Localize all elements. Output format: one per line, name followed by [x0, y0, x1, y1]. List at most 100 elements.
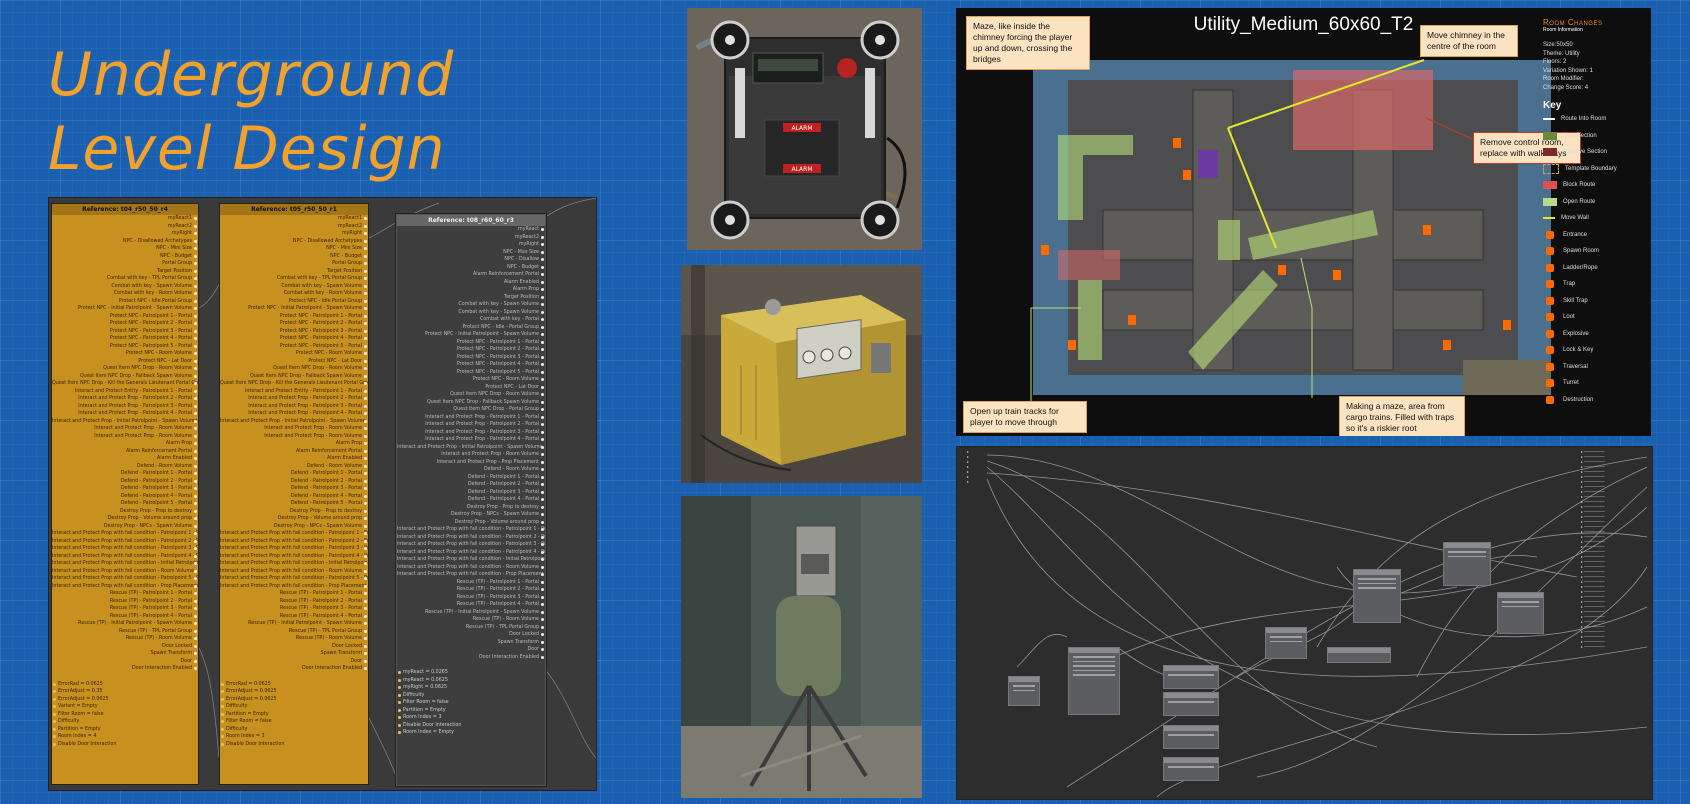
node-input-pin[interactable]: Partition = Empty [397, 707, 545, 715]
node-output-pin[interactable]: Combat with key - Spawn Volume [397, 301, 545, 309]
node-input-pin[interactable]: ErrorAdjust = 0.0625 [220, 696, 368, 704]
node-output-pin[interactable]: Alarm Enabled [397, 279, 545, 287]
node-output-pin[interactable]: Interact and Protect Prop - Room Volume [52, 433, 198, 441]
node-output-pin[interactable]: Protect NPC - Patrolpoint 4 - Portal [52, 335, 198, 343]
node-output-pin[interactable]: Destroy Prop - Volume around prop [220, 515, 368, 523]
node-output-pin[interactable]: Interact and Protect Prop - Prop Placeme… [397, 459, 545, 467]
node-input-pin[interactable]: Disable Door Interaction [220, 741, 368, 749]
node-output-pin[interactable]: NPC - Mini Size [220, 245, 368, 253]
node-input-pin[interactable]: Room Index = 4 [52, 733, 198, 741]
reference-node-2[interactable]: Reference: t05_r50_50_r1 myReact1 myReact… [220, 204, 368, 784]
node-output-pin[interactable]: Interact and Protect Prop with fail cond… [397, 541, 545, 549]
node-output-pin[interactable]: Interact and Protect Prop with fail cond… [52, 538, 198, 546]
node-output-pin[interactable]: Rescue (TP) - Patrolpoint 1 - Portal [52, 590, 198, 598]
node-output-pin[interactable]: Interact and Protect Prop - Patrolpoint … [397, 436, 545, 444]
node-input-pin[interactable]: Filter Room = false [220, 718, 368, 726]
node-output-pin[interactable]: Rescue (TP) - TPL Portal Group [397, 624, 545, 632]
node-output-pin[interactable]: Target Position [220, 268, 368, 276]
node-output-pin[interactable]: Interact and Protect Prop with fail cond… [220, 553, 368, 561]
node-input-pin[interactable]: Room Index = 3 [220, 733, 368, 741]
node-output-pin[interactable]: Interact and Protect Prop with fail cond… [220, 575, 368, 583]
node-output-pin[interactable]: Combat with key - TPL Portal Group [220, 275, 368, 283]
node-input-pin[interactable]: myReact = 0.0265 [397, 669, 545, 677]
node-output-pin[interactable]: Interact and Protect Prop with fail cond… [52, 530, 198, 538]
node-output-pin[interactable]: Defend - Patrolpoint 4 - Portal [52, 493, 198, 501]
node-output-pin[interactable]: Interact and Protect Prop with fail cond… [397, 549, 545, 557]
node-output-pin[interactable]: Interact and Protect Prop - Patrolpoint … [220, 395, 368, 403]
node-output-pin[interactable]: Combat with key - Spawn Volume [220, 283, 368, 291]
node-output-pin[interactable]: Interact and Protect Prop with fail cond… [52, 545, 198, 553]
node-output-pin[interactable]: Interact and Protect Prop with fail cond… [397, 564, 545, 572]
node-output-pin[interactable]: Combat with key - Room Volume [220, 290, 368, 298]
node-output-pin[interactable]: Interact and Protect Prop - Patrolpoint … [397, 414, 545, 422]
node-output-pin[interactable]: Quest Item NPC Drop - Room Volume [220, 365, 368, 373]
node-output-pin[interactable]: Interact and Protect Prop - Patrolpoint … [220, 410, 368, 418]
node-output-pin[interactable]: NPC - Disallow [397, 256, 545, 264]
node-output-pin[interactable]: Quest Item NPC Drop - Portal Group [397, 406, 545, 414]
node-output-pin[interactable]: Protect NPC - Initial Patrolpoint - Spaw… [220, 305, 368, 313]
node-output-pin[interactable]: Rescue (TP) - Patrolpoint 3 - Portal [220, 605, 368, 613]
node-output-pin[interactable]: myReact [397, 226, 545, 234]
node-output-pin[interactable]: Interact and Protect Prop - Patrolpoint … [52, 403, 198, 411]
node-output-pin[interactable]: Portal Group [220, 260, 368, 268]
node-output-pin[interactable]: myRight [397, 241, 545, 249]
node-output-pin[interactable]: Protect NPC - Room Volume [52, 350, 198, 358]
blueprint-node[interactable] [1008, 676, 1040, 706]
node-output-pin[interactable]: Defend - Patrolpoint 4 - Portal [220, 493, 368, 501]
node-output-pin[interactable]: Quest Item NPC Drop - Kill the Generals … [52, 380, 198, 388]
node-output-pin[interactable]: Rescue (TP) - Room Volume [397, 616, 545, 624]
node-output-pin[interactable]: Interact and Protect Prop - Initial Patr… [52, 418, 198, 426]
node-output-pin[interactable]: Interact and Protect Prop with fail cond… [52, 553, 198, 561]
blueprint-node[interactable] [1497, 592, 1544, 634]
node-output-pin[interactable]: Defend - Patrolpoint 3 - Portal [220, 485, 368, 493]
blueprint-node[interactable] [1353, 569, 1401, 623]
node-output-pin[interactable]: Rescue (TP) - Patrolpoint 2 - Portal [220, 598, 368, 606]
node-output-pin[interactable]: Protect NPC - Patrolpoint 3 - Portal [52, 328, 198, 336]
node-output-pin[interactable]: Rescue (TP) - Patrolpoint 3 - Portal [52, 605, 198, 613]
blueprint-node[interactable] [1265, 627, 1307, 659]
node-output-pin[interactable]: Combat with key - TPL Portal Group [52, 275, 198, 283]
node-output-pin[interactable]: Defend - Patrolpoint 1 - Portal [397, 474, 545, 482]
node-output-pin[interactable]: Interact and Protect Prop - Room Volume [220, 433, 368, 441]
node-input-pin[interactable]: Room Index = Empty [397, 729, 545, 737]
node-output-pin[interactable]: Rescue (TP) - Patrolpoint 4 - Portal [52, 613, 198, 621]
node-output-pin[interactable]: Defend - Patrolpoint 3 - Portal [397, 489, 545, 497]
node-output-pin[interactable]: Door [397, 646, 545, 654]
node-output-pin[interactable]: Destroy Prop - Volume around prop [397, 519, 545, 527]
node-output-pin[interactable]: Alarm Reinforcement Portal [397, 271, 545, 279]
node-output-pin[interactable]: Rescue (TP) - Patrolpoint 1 - Portal [220, 590, 368, 598]
node-output-pin[interactable]: Interact and Protect Prop with fail cond… [397, 534, 545, 542]
node-output-pin[interactable]: myReact1 [52, 215, 198, 223]
node-output-pin[interactable]: Defend - Patrolpoint 1 - Portal [52, 470, 198, 478]
node-input-pin[interactable]: ErrorAdjust = 0.0625 [220, 688, 368, 696]
node-input-pin[interactable]: Difficulty [220, 703, 368, 711]
node-output-pin[interactable]: Interact and Protect Prop - Initial Patr… [397, 444, 545, 452]
node-output-pin[interactable]: Interact and Protect Prop - Initial Patr… [220, 418, 368, 426]
node-output-pin[interactable]: Rescue (TP) - TPL Portal Group [52, 628, 198, 636]
node-output-pin[interactable]: Rescue (TP) - Patrolpoint 4 - Portal [397, 601, 545, 609]
node-output-pin[interactable]: Protect NPC - Patrolpoint 5 - Portal [52, 343, 198, 351]
node-output-pin[interactable]: Target Position [52, 268, 198, 276]
node-output-pin[interactable]: Interact and Protect Prop - Room Volume [52, 425, 198, 433]
node-output-pin[interactable]: Defend - Room Volume [52, 463, 198, 471]
node-output-pin[interactable]: Defend - Patrolpoint 2 - Portal [52, 478, 198, 486]
node-output-pin[interactable]: Defend - Room Volume [397, 466, 545, 474]
node-output-pin[interactable]: Quest Item NPC Drop - Fallback Spawn Vol… [52, 373, 198, 381]
node-input-pin[interactable]: ErrorAdjust = 0.0625 [52, 696, 198, 704]
node-output-pin[interactable]: Protect NPC - Patrolpoint 3 - Portal [220, 328, 368, 336]
node-output-pin[interactable]: Quest Item NPC Drop - Fallback Spawn Vol… [397, 399, 545, 407]
node-output-pin[interactable]: Alarm Reinforcement Portal [52, 448, 198, 456]
node-output-pin[interactable]: Rescue (TP) - TPL Portal Group [220, 628, 368, 636]
node-output-pin[interactable]: Door Locked [52, 643, 198, 651]
node-output-pin[interactable]: Combat with key - Room Volume [52, 290, 198, 298]
node-output-pin[interactable]: Protect NPC - Initial Patrolpoint - Spaw… [52, 305, 198, 313]
node-output-pin[interactable]: Rescue (TP) - Patrolpoint 4 - Portal [220, 613, 368, 621]
node-output-pin[interactable]: Quest Item NPC Drop - Room Volume [52, 365, 198, 373]
node-output-pin[interactable]: Quest Item NPC Drop - Fallback Spawn Vol… [220, 373, 368, 381]
blueprint-node[interactable] [1163, 757, 1219, 781]
node-output-pin[interactable]: Protect NPC - Patrolpoint 4 - Portal [220, 335, 368, 343]
node-output-pin[interactable]: Defend - Patrolpoint 1 - Portal [220, 470, 368, 478]
node-input-pin[interactable]: Partition = Empty [220, 711, 368, 719]
node-output-pin[interactable]: Interact and Protect Prop - Patrolpoint … [52, 410, 198, 418]
node-output-pin[interactable]: myRight [220, 230, 368, 238]
